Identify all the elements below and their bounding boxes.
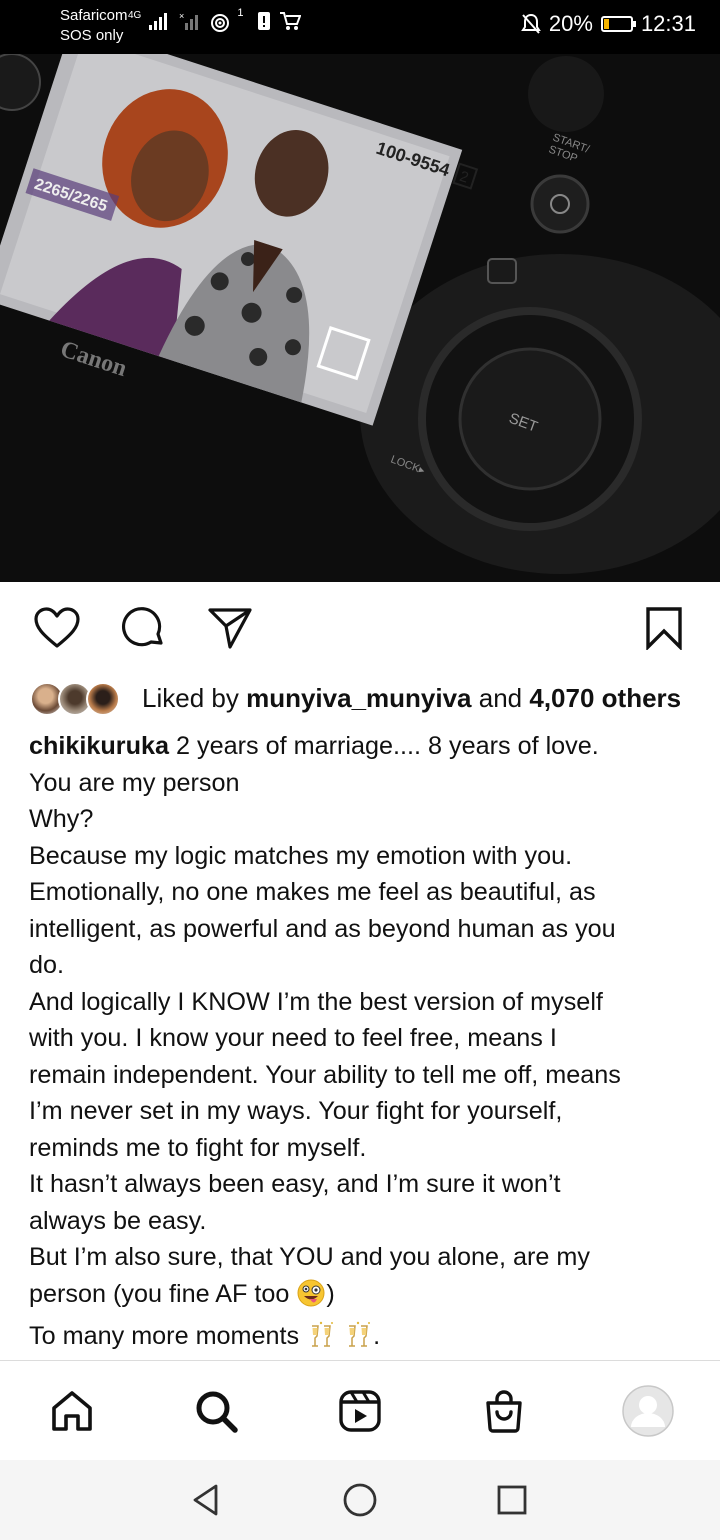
caption-line: reminds me to fight for myself.	[29, 1133, 367, 1162]
caption-line: Emotionally, no one makes me feel as bea…	[29, 878, 596, 906]
caption-fine-end: )	[326, 1279, 335, 1308]
camera-photo-illustration: 100-9554 2 2265/2265 Canon START/ STOP S…	[0, 54, 720, 582]
likes-row[interactable]: Liked by munyiva_munyiva and 4,070 other…	[30, 676, 681, 720]
caption-username[interactable]: chikikuruka	[29, 732, 169, 760]
home-icon	[52, 1391, 92, 1431]
caption-line: with you. I know your need to feel free,…	[29, 1024, 557, 1052]
caption-line: intelligent, as powerful and as beyond h…	[29, 914, 616, 943]
signal-x-icon: ×	[179, 12, 199, 30]
clinking-glasses-emoji	[306, 1320, 336, 1359]
caption-line-emoji: person (you fine AF too )	[29, 1276, 699, 1319]
post-photo[interactable]: 100-9554 2 2265/2265 Canon START/ STOP S…	[0, 54, 720, 582]
signal-icon	[149, 13, 168, 30]
like-button[interactable]	[33, 604, 81, 652]
clinking-glasses-emoji	[343, 1320, 373, 1359]
comment-icon	[121, 607, 163, 647]
carrier-info: Safaricom SOS only	[60, 6, 128, 46]
caption-line: always be easy.	[29, 1206, 207, 1235]
likes-count[interactable]: 4,070 others	[529, 683, 681, 713]
nav-shop[interactable]	[476, 1383, 532, 1439]
caption-line: do.	[29, 951, 65, 979]
search-icon	[196, 1391, 238, 1433]
bottom-navigation	[0, 1360, 720, 1461]
nav-search[interactable]	[188, 1383, 244, 1439]
caption-line: But I’m also sure, that YOU and you alon…	[29, 1243, 590, 1271]
caption-line: And logically I KNOW I’m the best versio…	[29, 987, 603, 1016]
status-right: 20% 12:31	[521, 11, 696, 37]
likes-middle: and	[478, 682, 523, 713]
battery-level	[603, 19, 610, 29]
reels-icon	[339, 1390, 381, 1432]
avatar	[86, 682, 120, 716]
save-button[interactable]	[640, 604, 688, 652]
carrier-sub: SOS only	[60, 27, 124, 44]
share-icon	[208, 608, 252, 649]
carrier-name: Safaricom	[60, 7, 128, 24]
profile-avatar	[622, 1385, 674, 1437]
caption-moments-end: .	[373, 1322, 381, 1350]
nav-reels[interactable]	[332, 1383, 388, 1439]
caption-moments-text: To many more moments	[29, 1322, 300, 1350]
bookmark-icon	[646, 607, 682, 650]
status-bar: Safaricom SOS only 4G × 1 20% 12:31	[0, 0, 720, 54]
nav-profile[interactable]	[620, 1383, 676, 1439]
system-recents-button[interactable]	[492, 1480, 532, 1520]
caption-line-moments: To many more moments .	[29, 1318, 699, 1359]
caption-first-line: chikikuruka 2 years of marriage.... 8 ye…	[29, 728, 699, 765]
system-home-button[interactable]	[340, 1480, 380, 1520]
post-actions	[0, 590, 720, 662]
liker-avatars	[30, 678, 130, 718]
likes-text: Liked by munyiva_munyiva and 4,070 other…	[142, 683, 681, 714]
notification-icon	[258, 12, 271, 30]
caption-fine-text: person (you fine AF too	[29, 1279, 290, 1308]
svg-text:×: ×	[179, 12, 184, 21]
liker-username[interactable]: munyiva_munyiva	[246, 683, 471, 713]
caption-line: remain independent. Your ability to tell…	[29, 1060, 621, 1089]
network-type: 4G	[128, 9, 142, 21]
recents-icon	[497, 1485, 527, 1515]
shopping-icon	[280, 12, 302, 30]
likes-prefix: Liked by	[142, 682, 239, 713]
share-button[interactable]	[206, 604, 254, 652]
caption-line: Because my logic matches my emotion with…	[29, 841, 573, 870]
comment-button[interactable]	[120, 604, 168, 652]
zany-face-emoji	[296, 1278, 326, 1319]
home-circle-icon	[343, 1483, 377, 1517]
battery-icon	[600, 16, 636, 32]
system-back-button[interactable]	[186, 1480, 226, 1520]
nav-home[interactable]	[44, 1383, 100, 1439]
caption-first-text: 2 years of marriage.... 8 years of love.	[176, 732, 599, 760]
post-caption: chikikuruka 2 years of marriage.... 8 ye…	[29, 728, 699, 1359]
clock: 12:31	[640, 11, 696, 36]
shop-icon	[486, 1390, 522, 1433]
caption-line: Why?	[29, 805, 94, 833]
heart-icon	[34, 607, 80, 648]
back-icon	[193, 1484, 218, 1516]
hotspot-icon	[211, 14, 230, 32]
caption-line: You are my person	[29, 768, 240, 797]
sim-index: 1	[237, 7, 244, 19]
status-icons: 4G × 1	[128, 7, 302, 32]
caption-line: I’m never set in my ways. Your fight for…	[29, 1097, 563, 1125]
system-navigation	[0, 1460, 720, 1540]
caption-line: It hasn’t always been easy, and I’m sure…	[29, 1170, 561, 1198]
mute-icon	[521, 13, 541, 34]
battery-percent: 20%	[548, 11, 593, 36]
